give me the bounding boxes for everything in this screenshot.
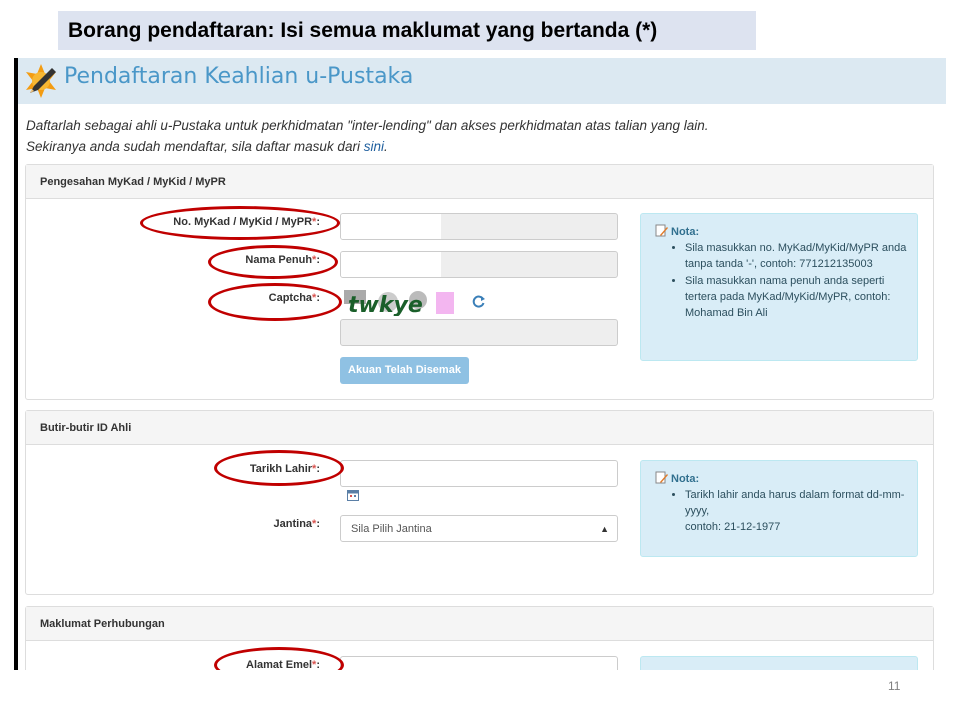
select-caret-icon: ▲ xyxy=(600,524,609,534)
intro-prefix: Sekiranya anda sudah mendaftar, sila daf… xyxy=(26,139,364,154)
note-title-text: Nota: xyxy=(671,473,700,485)
note-list: Tarikh lahir anda harus dalam format dd-… xyxy=(655,487,907,535)
note-pencil-icon xyxy=(655,224,668,237)
mykad-input[interactable] xyxy=(340,213,618,240)
captcha-text: twkye xyxy=(348,293,423,316)
contact-heading: Maklumat Perhubungan xyxy=(26,607,933,641)
note-line: Tarikh lahir anda harus dalam format dd-… xyxy=(685,489,905,517)
full-name-input[interactable] xyxy=(340,251,618,278)
login-link[interactable]: sini xyxy=(364,139,384,154)
captcha-input[interactable] xyxy=(340,319,618,346)
note-title: Nota: xyxy=(655,471,907,485)
annotation-oval-name xyxy=(208,245,338,279)
note-item: Sila masukkan no. MyKad/MyKid/MyPR anda … xyxy=(685,240,907,272)
refresh-icon[interactable] xyxy=(472,294,486,308)
annotation-oval-captcha xyxy=(208,283,342,321)
dob-input[interactable] xyxy=(340,460,618,487)
note-line: contoh: 21-12-1977 xyxy=(685,521,781,533)
contact-note xyxy=(640,656,918,670)
gender-label-text: Jantina xyxy=(273,518,313,530)
note-title: Nota: xyxy=(655,224,907,238)
intro-suffix: . xyxy=(383,139,388,154)
verification-heading: Pengesahan MyKad / MyKid / MyPR xyxy=(26,165,933,199)
note-item: Sila masukkan nama penuh anda seperti te… xyxy=(685,273,907,321)
input-fill xyxy=(341,252,441,277)
note-title-text: Nota: xyxy=(671,226,700,238)
pencil-logo-icon xyxy=(26,64,56,98)
intro-text: Daftarlah sebagai ahli u-Pustaka untuk p… xyxy=(26,118,709,133)
verification-note: Nota: Sila masukkan no. MyKad/MyKid/MyPR… xyxy=(640,213,918,361)
verify-button[interactable]: Akuan Telah Disemak xyxy=(340,357,469,384)
gender-selected-value: Sila Pilih Jantina xyxy=(351,523,432,535)
site-header: Pendaftaran Keahlian u-Pustaka xyxy=(18,58,946,104)
annotation-oval-mykad xyxy=(140,206,340,240)
email-input[interactable] xyxy=(340,656,618,670)
dob-note: Nota: Tarikh lahir anda harus dalam form… xyxy=(640,460,918,557)
captcha-image: twkye xyxy=(344,290,456,316)
web-page: Pendaftaran Keahlian u-Pustaka Daftarlah… xyxy=(18,58,946,670)
annotation-oval-dob xyxy=(214,450,344,486)
slide-title: Borang pendaftaran: Isi semua maklumat y… xyxy=(58,11,756,50)
page-title: Pendaftaran Keahlian u-Pustaka xyxy=(64,64,414,89)
note-list: Sila masukkan no. MyKad/MyKid/MyPR anda … xyxy=(655,240,907,321)
note-item: Tarikh lahir anda harus dalam format dd-… xyxy=(685,487,907,535)
gender-label: Jantina*: xyxy=(60,518,320,530)
colon: : xyxy=(316,518,320,530)
calendar-icon[interactable] xyxy=(347,489,359,501)
intro-login-text: Sekiranya anda sudah mendaftar, sila daf… xyxy=(26,139,388,154)
member-id-heading: Butir-butir ID Ahli xyxy=(26,411,933,445)
page-number: 11 xyxy=(888,679,901,693)
input-fill xyxy=(341,214,441,239)
screenshot-frame: Pendaftaran Keahlian u-Pustaka Daftarlah… xyxy=(14,58,946,670)
gender-select[interactable]: Sila Pilih Jantina ▲ xyxy=(340,515,618,542)
note-pencil-icon xyxy=(655,471,668,484)
